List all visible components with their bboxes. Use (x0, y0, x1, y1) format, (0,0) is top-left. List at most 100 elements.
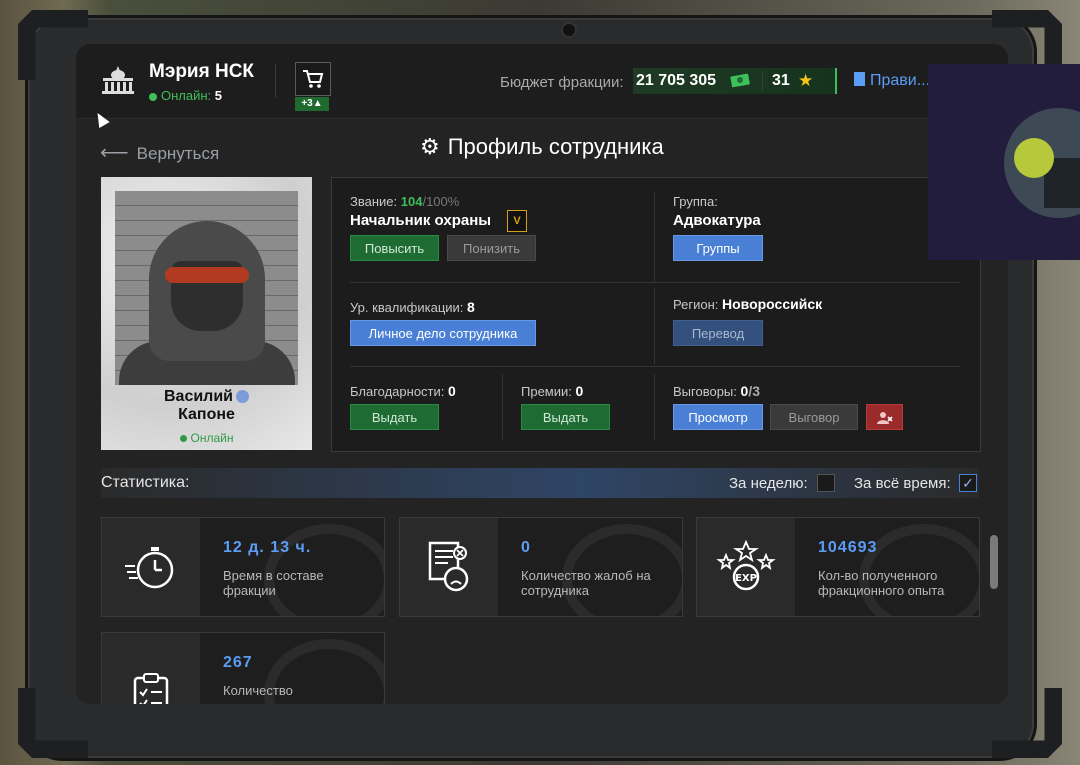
stats-title: Статистика: (101, 474, 190, 491)
stat-card-exp: EXP 104693 Кол-во полученного фракционно… (696, 517, 980, 617)
stat-card-complaints: 0 Количество жалоб на сотрудника (399, 517, 683, 617)
rank-label-row: Звание: 104/100% (350, 194, 459, 209)
cart-badge-value: +3 (301, 98, 313, 109)
employee-card: Василий Капоне Онлайн (101, 177, 312, 450)
warnings-row: Выговоры: 0/3 (673, 383, 760, 399)
shop-cart-button[interactable] (295, 62, 331, 96)
groups-button[interactable]: Группы (673, 235, 763, 261)
stat-tasks-desc: Количество (223, 683, 293, 698)
online-label: Онлайн: (161, 88, 212, 103)
stat-icon-box: EXP (697, 518, 795, 616)
group-name: Адвокатура (673, 212, 761, 229)
online-status: Онлайн: 5 (149, 88, 222, 103)
all-time-filter-checkbox[interactable]: ✓ (959, 474, 977, 492)
verified-icon (236, 390, 250, 404)
rules-label: Прави... (870, 72, 931, 89)
rank-badge-icon: V (507, 210, 527, 232)
divider (654, 374, 655, 440)
give-thanks-button[interactable]: Выдать (350, 404, 439, 430)
employee-first-name: Василий (163, 388, 234, 405)
stat-time-value: 12 д. 13 ч. (223, 539, 312, 556)
bonus-label: Премии: (521, 384, 572, 399)
employee-status: Онлайн (101, 431, 312, 445)
give-bonus-button[interactable]: Выдать (521, 404, 610, 430)
stat-exp-value: 104693 (818, 539, 878, 556)
stat-card-tasks: 267 Количество (101, 632, 385, 704)
region-value: Новороссийск (721, 296, 823, 312)
stat-complaints-value: 0 (521, 539, 531, 556)
employee-last-name: Капоне (178, 406, 235, 423)
region-row: Регион: Новороссийск (673, 296, 822, 312)
photo-glasses (165, 267, 249, 283)
employee-name: Василий Капоне (101, 388, 312, 424)
bonus-value: 0 (575, 383, 584, 399)
star-icon: ★ (798, 71, 814, 90)
document-icon (854, 72, 865, 86)
stat-tasks-value: 267 (223, 654, 253, 671)
issue-warning-button[interactable]: Выговор (770, 404, 858, 430)
region-label: Регион: (673, 297, 719, 312)
warnings-label: Выговоры: (673, 384, 737, 399)
employee-info-panel: Звание: 104/100% Начальник охраны V Повы… (331, 177, 981, 452)
bonus-row: Премии: 0 (521, 383, 583, 399)
back-label: Вернуться (136, 144, 220, 163)
cart-badge: +3▲ (295, 97, 329, 111)
thanks-label: Благодарности: (350, 384, 445, 399)
webcam-light (1014, 138, 1054, 178)
budget-label: Бюджет фракции: (500, 74, 624, 91)
rank-name: Начальник охраны (350, 212, 492, 229)
tablet-screen: Мэрия НСК Онлайн: 5 +3▲ Бюджет фракции: … (76, 44, 1008, 704)
checklist-icon (133, 673, 169, 704)
stat-icon-box (102, 518, 200, 616)
divider (350, 366, 960, 367)
webcam-overlay (928, 64, 1080, 260)
rank-max: /100% (422, 194, 460, 209)
scrollbar[interactable] (990, 535, 998, 589)
divider (350, 282, 960, 283)
page-title: ⚙ Профиль сотрудника (420, 134, 664, 160)
qualification-value: 8 (467, 299, 475, 315)
stat-icon-box (400, 518, 498, 616)
stat-exp-desc: Кол-во полученного фракционного опыта (818, 568, 945, 598)
back-button[interactable]: ⟵ Вернуться (100, 140, 219, 165)
transfer-button[interactable]: Перевод (673, 320, 763, 346)
all-time-filter-label: За всё время: (854, 475, 951, 492)
page-title-text: Профиль сотрудника (447, 134, 664, 159)
exp-icon: EXP (716, 539, 776, 591)
divider (762, 71, 763, 91)
budget-value: 21 705 305 (636, 72, 717, 89)
webcam-image (1004, 108, 1080, 218)
demote-button[interactable]: Понизить (447, 235, 536, 261)
cart-icon (303, 70, 324, 88)
rules-link[interactable]: Прави... (854, 72, 930, 90)
arrow-left-icon: ⟵ (100, 142, 129, 164)
city-hall-icon (102, 66, 134, 94)
header: Мэрия НСК Онлайн: 5 +3▲ Бюджет фракции: … (76, 44, 1008, 119)
divider (654, 192, 655, 282)
stat-complaints-desc: Количество жалоб на сотрудника (521, 568, 651, 598)
stat-card-time: 12 д. 13 ч. Время в составе фракции (101, 517, 385, 617)
promote-button[interactable]: Повысить (350, 235, 439, 261)
rank-points: 104 (400, 194, 423, 209)
complaint-icon (428, 541, 469, 592)
online-count: 5 (214, 88, 223, 103)
warnings-max: /3 (748, 383, 760, 399)
stopwatch-icon (125, 547, 174, 589)
divider (275, 64, 276, 98)
money-icon (730, 73, 750, 88)
stat-icon-box (102, 633, 200, 704)
check-icon: ✓ (962, 475, 974, 491)
week-filter-checkbox[interactable] (817, 474, 835, 492)
personal-file-button[interactable]: Личное дело сотрудника (350, 320, 536, 346)
rank-label: Звание: (350, 194, 398, 209)
thanks-row: Благодарности: 0 (350, 383, 456, 399)
stars-value: 31 (772, 72, 790, 89)
camera-lens (561, 22, 577, 38)
svg-text:EXP: EXP (735, 573, 757, 584)
qualification-label: Ур. квалификации: (350, 300, 464, 315)
group-label: Группа: (673, 194, 718, 209)
view-warnings-button[interactable]: Просмотр (673, 404, 763, 430)
qualification-row: Ур. квалификации: 8 (350, 299, 475, 315)
fire-employee-button[interactable] (866, 404, 903, 430)
stat-time-desc: Время в составе фракции (223, 568, 324, 598)
